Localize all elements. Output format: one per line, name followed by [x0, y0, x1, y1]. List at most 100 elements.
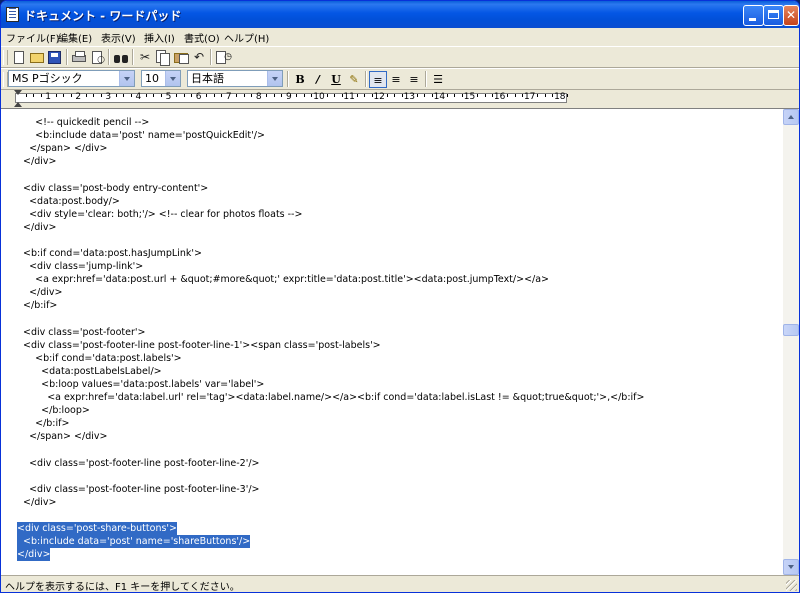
font-name-combo[interactable]: MS Pゴシック [8, 70, 135, 87]
document-line-text: <a expr:href='data:post.url + &quot;#mor… [17, 274, 550, 286]
document-line[interactable]: <div class='jump-link'> [17, 260, 143, 273]
ruler-label: 1 [45, 92, 51, 102]
document-line[interactable]: <data:postLabelsLabel/> [17, 365, 162, 378]
maximize-button[interactable] [763, 5, 784, 26]
document-text[interactable]: <!-- quickedit pencil --> <b:include dat… [1, 109, 783, 575]
menu-file[interactable]: ファイル(F) [6, 30, 60, 45]
save-disk-icon[interactable] [46, 49, 64, 66]
document-line[interactable]: </div> [17, 496, 56, 509]
document-line[interactable]: </span> </div> [17, 430, 107, 443]
toolbar-grip[interactable] [3, 50, 8, 65]
ruler-tick [567, 94, 569, 97]
minimize-button[interactable] [743, 5, 764, 26]
menu-help[interactable]: ヘルプ(H) [224, 30, 269, 45]
wordpad-document-icon[interactable] [6, 7, 19, 22]
ruler-tick [33, 94, 35, 97]
document-line[interactable]: <a expr:href='data:label.url' rel='tag'>… [17, 391, 644, 404]
ruler-tick [303, 94, 305, 97]
menu-insert[interactable]: 挿入(I) [144, 30, 175, 45]
document-line[interactable]: <b:include data='post' name='postQuickEd… [17, 129, 265, 142]
resize-grip[interactable] [786, 580, 797, 591]
menu-view[interactable]: 表示(V) [101, 30, 136, 45]
document-line[interactable]: <div class='post-share-buttons'> [17, 522, 177, 536]
bold-button[interactable]: B [291, 71, 309, 88]
italic-button[interactable]: / [309, 71, 327, 88]
copy-icon[interactable] [154, 49, 172, 66]
font-name-value: MS Pゴシック [12, 72, 83, 85]
document-line[interactable]: </b:loop> [17, 404, 90, 417]
align-center-button[interactable]: ≡ [387, 71, 405, 88]
script-combo[interactable]: 日本語 [187, 70, 283, 87]
ruler-tick [70, 94, 72, 97]
document-line[interactable]: </div> [17, 548, 51, 562]
document-line[interactable]: <div class='post-footer-line post-footer… [17, 457, 259, 470]
open-folder-icon[interactable] [28, 49, 46, 66]
paste-icon[interactable] [172, 49, 190, 66]
ruler-label: 17 [523, 92, 536, 102]
align-left-button[interactable]: ≡ [369, 71, 387, 88]
font-size-combo[interactable]: 10 [141, 70, 181, 87]
underline-button[interactable]: U [327, 71, 345, 88]
cut-scissors-icon[interactable]: ✂ [136, 49, 154, 66]
left-indent-marker[interactable] [14, 102, 22, 107]
chevron-down-icon[interactable] [267, 71, 282, 86]
document-line-text: </b:if> [17, 418, 70, 430]
document-line-text: <data:postLabelsLabel/> [17, 365, 162, 377]
insert-datetime-icon[interactable]: ◷ [214, 49, 232, 66]
menu-format[interactable]: 書式(O) [184, 30, 220, 45]
ruler-tick [176, 94, 178, 97]
ruler-tick [431, 94, 433, 97]
print-preview-icon[interactable]: ○ [88, 49, 106, 66]
vertical-scrollbar[interactable] [783, 109, 799, 575]
title-bar[interactable]: ドキュメント - ワードパッド ✕ [1, 1, 799, 28]
document-line[interactable]: <b:include data='post' name='shareButton… [17, 535, 251, 549]
document-line[interactable]: </div> [17, 286, 63, 299]
document-line[interactable]: <div style='clear: both;'/> <!-- clear f… [17, 208, 302, 221]
document-line[interactable]: <b:if cond='data:post.hasJumpLink'> [17, 247, 202, 260]
document-line[interactable]: <!-- quickedit pencil --> [17, 116, 149, 129]
ruler-label: 16 [493, 92, 506, 102]
ruler-tick [251, 94, 253, 97]
print-icon[interactable] [70, 49, 88, 66]
document-line[interactable]: </span> </div> [17, 142, 107, 155]
chevron-down-icon[interactable] [165, 71, 180, 86]
document-line[interactable]: </div> [17, 155, 56, 168]
toolbar-separator [287, 71, 289, 87]
document-line[interactable]: <data:post.body/> [17, 195, 120, 208]
new-document-icon[interactable] [10, 49, 28, 66]
document-line[interactable]: <a expr:href='data:post.url + &quot;#mor… [17, 273, 549, 286]
document-line[interactable]: </b:if> [17, 417, 69, 430]
document-line[interactable]: <b:loop values='data:post.labels' var='l… [17, 378, 264, 391]
scroll-down-button[interactable] [783, 559, 799, 575]
scroll-thumb[interactable] [783, 324, 799, 336]
ruler-tick [40, 94, 42, 97]
scroll-up-button[interactable] [783, 109, 799, 125]
document-line[interactable]: <div class='post-footer-line post-footer… [17, 483, 259, 496]
undo-icon[interactable]: ↶ [190, 49, 208, 66]
first-line-indent-marker[interactable] [14, 90, 22, 95]
find-binoculars-icon[interactable] [112, 49, 130, 66]
document-line[interactable]: <b:if cond='data:post.labels'> [17, 352, 182, 365]
ruler-tick [371, 94, 373, 97]
menu-edit[interactable]: 編集(E) [58, 30, 92, 45]
document-area[interactable]: <!-- quickedit pencil --> <b:include dat… [1, 108, 799, 575]
ruler[interactable]: 1 2 3 4 5 6 7 8 9 10 11 12 13 14 15 16 17 18 [1, 90, 799, 108]
document-line[interactable]: </b:if> [17, 299, 57, 312]
document-line[interactable]: <div class='post-footer-line post-footer… [17, 339, 381, 352]
ruler-tick [326, 94, 328, 97]
document-line-text: </div> [17, 287, 63, 299]
document-line-text: <div class='post-footer-line post-footer… [17, 339, 381, 351]
document-line-text: <b:include data='post' name='postQuickEd… [17, 130, 265, 142]
close-button[interactable]: ✕ [783, 5, 799, 26]
ruler-tick [477, 94, 479, 97]
font-color-icon[interactable]: ✎ [345, 71, 363, 88]
bullets-icon[interactable]: ☰ [429, 71, 447, 88]
document-line[interactable]: <div class='post-footer'> [17, 326, 145, 339]
ruler-label: 15 [463, 92, 476, 102]
chevron-down-icon[interactable] [119, 71, 134, 86]
align-right-button[interactable]: ≡ [405, 71, 423, 88]
document-line-text: <div class='post-footer-line post-footer… [17, 457, 260, 469]
document-line[interactable]: <div class='post-body entry-content'> [17, 182, 208, 195]
document-line[interactable]: </div> [17, 221, 56, 234]
ruler-label: 7 [225, 92, 232, 102]
